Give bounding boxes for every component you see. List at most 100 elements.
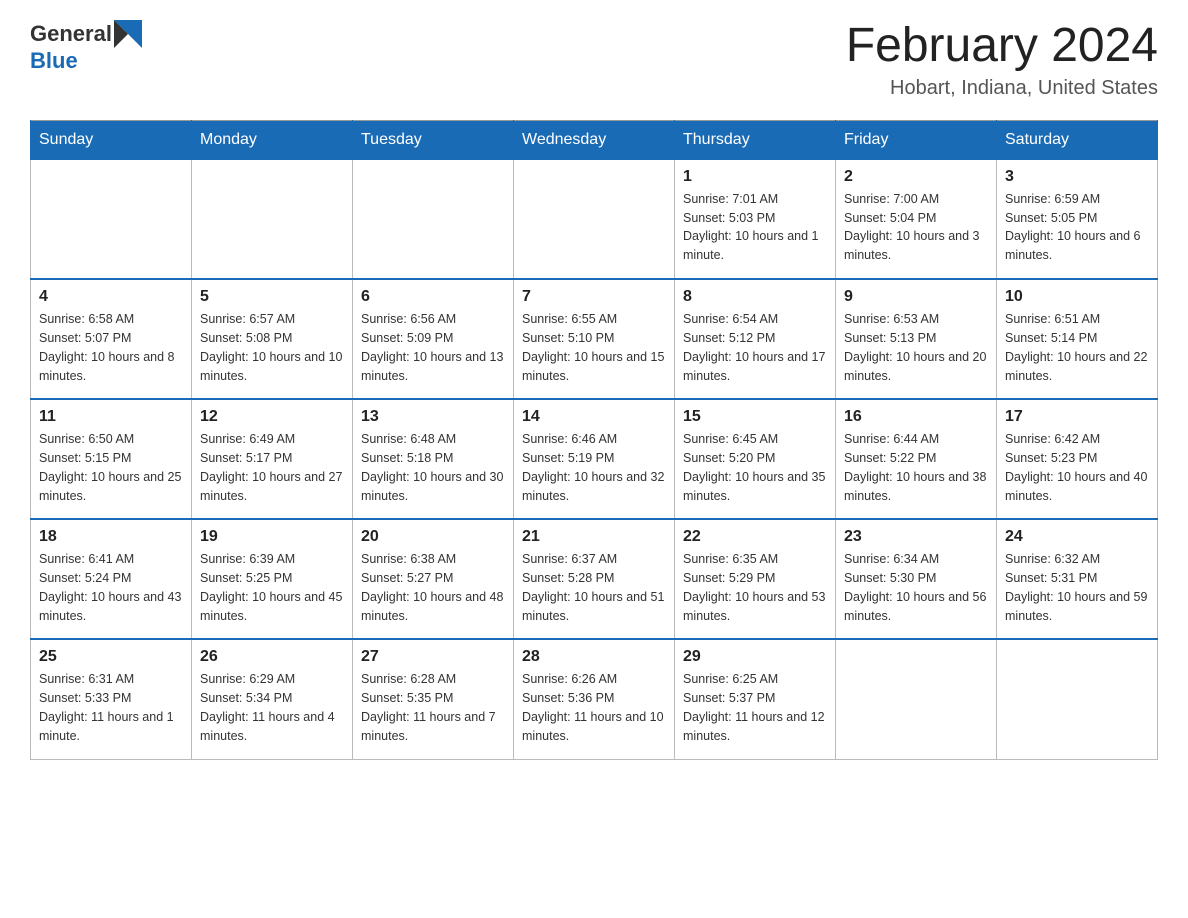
calendar-week-row: 4 Sunrise: 6:58 AMSunset: 5:07 PMDaylight… [31,279,1158,399]
calendar-cell: 4 Sunrise: 6:58 AMSunset: 5:07 PMDaylight… [31,279,192,399]
day-info: Sunrise: 6:34 AMSunset: 5:30 PMDaylight:… [844,550,988,625]
calendar-cell [836,639,997,759]
day-info: Sunrise: 6:59 AMSunset: 5:05 PMDaylight:… [1005,190,1149,265]
calendar-cell [192,159,353,279]
month-title: February 2024 [846,20,1158,73]
calendar-cell: 19Sunrise: 6:39 AMSunset: 5:25 PMDayligh… [192,519,353,639]
day-info: Sunrise: 6:29 AMSunset: 5:34 PMDaylight:… [200,670,344,745]
day-number: 15 [683,408,827,426]
day-number: 25 [39,648,183,666]
day-number: 12 [200,408,344,426]
calendar-cell: 18Sunrise: 6:41 AMSunset: 5:24 PMDayligh… [31,519,192,639]
day-info: Sunrise: 6:39 AMSunset: 5:25 PMDaylight:… [200,550,344,625]
calendar-cell: 3Sunrise: 6:59 AMSunset: 5:05 PMDaylight… [997,159,1158,279]
calendar-cell [514,159,675,279]
day-number: 13 [361,408,505,426]
day-number: 11 [39,408,183,426]
calendar-table: SundayMondayTuesdayWednesdayThursdayFrid… [30,120,1158,760]
calendar-cell [31,159,192,279]
day-info: Sunrise: 6:45 AMSunset: 5:20 PMDaylight:… [683,430,827,505]
calendar-day-header: Wednesday [514,120,675,159]
day-info: Sunrise: 6:57 AMSunset: 5:08 PMDaylight:… [200,310,344,385]
calendar-cell: 14 Sunrise: 6:46 AMSunset: 5:19 PMDayligh… [514,399,675,519]
day-info: Sunrise: 7:00 AMSunset: 5:04 PMDaylight:… [844,190,988,265]
calendar-cell: 26 Sunrise: 6:29 AMSunset: 5:34 PMDayligh… [192,639,353,759]
calendar-cell: 2 Sunrise: 7:00 AMSunset: 5:04 PMDaylight… [836,159,997,279]
calendar-cell: 28Sunrise: 6:26 AMSunset: 5:36 PMDayligh… [514,639,675,759]
day-number: 10 [1005,288,1149,306]
day-number: 14 [522,408,666,426]
calendar-cell: 22Sunrise: 6:35 AMSunset: 5:29 PMDayligh… [675,519,836,639]
day-info: Sunrise: 6:48 AMSunset: 5:18 PMDaylight:… [361,430,505,505]
calendar-cell: 25 Sunrise: 6:31 AMSunset: 5:33 PMDayligh… [31,639,192,759]
day-number: 24 [1005,528,1149,546]
calendar-day-header: Friday [836,120,997,159]
day-info: Sunrise: 6:49 AMSunset: 5:17 PMDaylight:… [200,430,344,505]
calendar-cell: 7Sunrise: 6:55 AMSunset: 5:10 PMDaylight… [514,279,675,399]
calendar-cell: 9 Sunrise: 6:53 AMSunset: 5:13 PMDaylight… [836,279,997,399]
day-info: Sunrise: 6:58 AMSunset: 5:07 PMDaylight:… [39,310,183,385]
calendar-cell: 29 Sunrise: 6:25 AMSunset: 5:37 PMDayligh… [675,639,836,759]
logo-general-text: General [30,21,112,47]
calendar-cell: 12 Sunrise: 6:49 AMSunset: 5:17 PMDayligh… [192,399,353,519]
day-number: 18 [39,528,183,546]
day-info: Sunrise: 6:37 AMSunset: 5:28 PMDaylight:… [522,550,666,625]
calendar-cell: 20 Sunrise: 6:38 AMSunset: 5:27 PMDayligh… [353,519,514,639]
day-info: Sunrise: 6:56 AMSunset: 5:09 PMDaylight:… [361,310,505,385]
calendar-cell: 5 Sunrise: 6:57 AMSunset: 5:08 PMDaylight… [192,279,353,399]
day-info: Sunrise: 6:55 AMSunset: 5:10 PMDaylight:… [522,310,666,385]
calendar-day-header: Sunday [31,120,192,159]
day-number: 9 [844,288,988,306]
day-number: 2 [844,168,988,186]
day-number: 22 [683,528,827,546]
calendar-header-row: SundayMondayTuesdayWednesdayThursdayFrid… [31,120,1158,159]
calendar-cell: 13 Sunrise: 6:48 AMSunset: 5:18 PMDayligh… [353,399,514,519]
day-number: 4 [39,288,183,306]
logo: General Blue [30,20,144,74]
day-info: Sunrise: 6:50 AMSunset: 5:15 PMDaylight:… [39,430,183,505]
day-number: 26 [200,648,344,666]
day-info: Sunrise: 6:38 AMSunset: 5:27 PMDaylight:… [361,550,505,625]
calendar-cell: 27Sunrise: 6:28 AMSunset: 5:35 PMDayligh… [353,639,514,759]
calendar-cell: 6Sunrise: 6:56 AMSunset: 5:09 PMDaylight… [353,279,514,399]
day-info: Sunrise: 6:44 AMSunset: 5:22 PMDaylight:… [844,430,988,505]
day-number: 16 [844,408,988,426]
day-info: Sunrise: 6:25 AMSunset: 5:37 PMDaylight:… [683,670,827,745]
day-number: 20 [361,528,505,546]
calendar-cell: 11 Sunrise: 6:50 AMSunset: 5:15 PMDayligh… [31,399,192,519]
logo-blue-text: Blue [30,48,78,74]
calendar-day-header: Saturday [997,120,1158,159]
calendar-cell: 15 Sunrise: 6:45 AMSunset: 5:20 PMDayligh… [675,399,836,519]
day-number: 17 [1005,408,1149,426]
calendar-week-row: 18Sunrise: 6:41 AMSunset: 5:24 PMDayligh… [31,519,1158,639]
day-number: 29 [683,648,827,666]
calendar-week-row: 25 Sunrise: 6:31 AMSunset: 5:33 PMDayligh… [31,639,1158,759]
day-info: Sunrise: 6:54 AMSunset: 5:12 PMDaylight:… [683,310,827,385]
day-info: Sunrise: 6:53 AMSunset: 5:13 PMDaylight:… [844,310,988,385]
calendar-day-header: Tuesday [353,120,514,159]
calendar-week-row: 1Sunrise: 7:01 AMSunset: 5:03 PMDaylight… [31,159,1158,279]
day-number: 21 [522,528,666,546]
calendar-cell: 1Sunrise: 7:01 AMSunset: 5:03 PMDaylight… [675,159,836,279]
day-number: 28 [522,648,666,666]
calendar-week-row: 11 Sunrise: 6:50 AMSunset: 5:15 PMDayligh… [31,399,1158,519]
day-info: Sunrise: 6:46 AMSunset: 5:19 PMDaylight:… [522,430,666,505]
day-number: 27 [361,648,505,666]
calendar-cell: 21 Sunrise: 6:37 AMSunset: 5:28 PMDayligh… [514,519,675,639]
calendar-cell [997,639,1158,759]
calendar-cell [353,159,514,279]
day-info: Sunrise: 6:51 AMSunset: 5:14 PMDaylight:… [1005,310,1149,385]
day-number: 23 [844,528,988,546]
calendar-cell: 8 Sunrise: 6:54 AMSunset: 5:12 PMDaylight… [675,279,836,399]
day-number: 1 [683,168,827,186]
day-number: 8 [683,288,827,306]
day-number: 5 [200,288,344,306]
location-text: Hobart, Indiana, United States [846,77,1158,100]
day-info: Sunrise: 6:31 AMSunset: 5:33 PMDaylight:… [39,670,183,745]
calendar-cell: 23 Sunrise: 6:34 AMSunset: 5:30 PMDayligh… [836,519,997,639]
day-info: Sunrise: 6:32 AMSunset: 5:31 PMDaylight:… [1005,550,1149,625]
calendar-cell: 16 Sunrise: 6:44 AMSunset: 5:22 PMDayligh… [836,399,997,519]
calendar-day-header: Monday [192,120,353,159]
calendar-cell: 17Sunrise: 6:42 AMSunset: 5:23 PMDayligh… [997,399,1158,519]
calendar-cell: 24 Sunrise: 6:32 AMSunset: 5:31 PMDayligh… [997,519,1158,639]
